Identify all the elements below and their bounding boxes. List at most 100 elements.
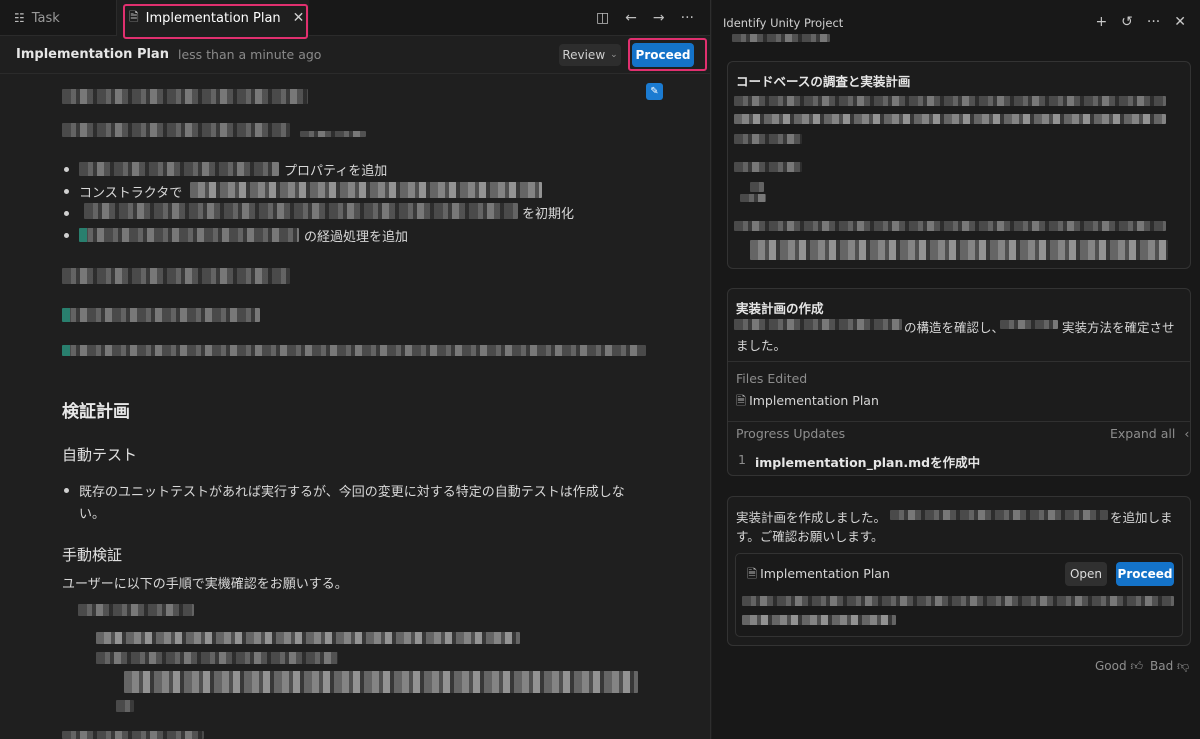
open-button[interactable]: Open	[1065, 562, 1107, 586]
proceed-label: Proceed	[635, 48, 691, 62]
progress-number: 1	[738, 452, 746, 467]
good-label: Good	[1095, 659, 1127, 673]
good-feedback-button[interactable]: Good 👍︎	[1095, 659, 1143, 674]
card3-line2: す。ご確認お願いします。	[736, 529, 884, 544]
redacted-text	[62, 345, 646, 356]
arrow-right-icon[interactable]: →	[653, 10, 665, 26]
plus-icon[interactable]: +	[1095, 14, 1107, 30]
redacted-text	[734, 96, 1166, 106]
manual-heading: 手動検証	[62, 546, 123, 564]
tab-task[interactable]: ☷ Task	[0, 0, 117, 36]
divider	[728, 421, 1190, 422]
tab-implementation-plan[interactable]: 🗎 Implementation Plan ✕	[117, 0, 309, 36]
redacted-text	[62, 268, 290, 284]
thumbs-up-icon: 👍︎	[1130, 659, 1143, 673]
card2-title: 実装計画の作成	[736, 301, 824, 316]
redacted-text	[62, 123, 290, 137]
artifact-name: Implementation Plan	[760, 566, 890, 581]
redacted-text	[740, 194, 766, 202]
redacted-text	[734, 114, 1166, 124]
tab-bar: ☷ Task 🗎 Implementation Plan ✕ ◫ ← → ···	[0, 0, 710, 36]
arrow-left-icon[interactable]: ←	[625, 10, 637, 26]
panel-actions: + ↺ ··· ✕	[1095, 14, 1186, 30]
auto-test-line-2: い。	[79, 507, 106, 522]
redacted-text	[62, 308, 260, 322]
document-icon: 🗎	[129, 9, 139, 24]
bullet	[64, 233, 69, 238]
bullet-2-text: コンストラクタで	[79, 186, 183, 201]
document-icon: 🗎	[747, 566, 758, 581]
bad-feedback-button[interactable]: Bad 👎︎	[1150, 659, 1189, 674]
file-link[interactable]: 🗎 Implementation Plan	[736, 392, 879, 413]
more-icon[interactable]: ···	[1147, 14, 1160, 30]
redacted-text	[734, 134, 802, 144]
redacted-text	[890, 510, 1108, 520]
auto-test-heading: 自動テスト	[62, 446, 138, 464]
editor-pane: ☷ Task 🗎 Implementation Plan ✕ ◫ ← → ···…	[0, 0, 711, 739]
more-icon[interactable]: ···	[681, 10, 694, 26]
tab-plan-label: Implementation Plan	[145, 10, 281, 26]
panel-title: Identify Unity Project	[723, 16, 844, 30]
redacted-text	[750, 240, 1168, 260]
close-icon[interactable]: ✕	[293, 10, 305, 26]
redacted-text	[734, 319, 902, 330]
expand-all-button[interactable]: Expand all ‹	[1110, 426, 1189, 441]
review-label: Review	[562, 48, 606, 62]
card-investigation: コードベースの調査と実装計画	[727, 61, 1191, 269]
redacted-text	[190, 182, 542, 198]
artifact-title[interactable]: 🗎 Implementation Plan	[747, 565, 890, 586]
proceed-button[interactable]: Proceed	[632, 43, 694, 67]
card3-line1-a: 実装計画を作成しました。	[736, 510, 887, 525]
document-timestamp: less than a minute ago	[177, 47, 322, 62]
review-button[interactable]: Review ⌄	[559, 44, 621, 66]
bullet-3-text: を初期化	[522, 207, 575, 222]
redacted-text	[96, 632, 520, 644]
redacted-text	[96, 652, 338, 664]
redacted-text	[62, 89, 308, 104]
redacted-text	[742, 615, 896, 625]
bullet	[64, 167, 69, 172]
redacted-text	[734, 221, 1166, 231]
comment-icon[interactable]: ✎	[646, 83, 663, 100]
close-icon[interactable]: ✕	[1174, 14, 1186, 30]
divider	[728, 361, 1190, 362]
bullet-1-text: プロパティを追加	[284, 164, 388, 179]
redacted-text	[78, 604, 194, 616]
card2-line2: ました。	[736, 338, 787, 353]
progress-item: implementation_plan.mdを作成中	[755, 455, 981, 470]
redacted-text	[734, 162, 802, 172]
verify-heading: 検証計画	[62, 402, 130, 422]
bullet	[64, 189, 69, 194]
bullet-4-text: の経過処理を追加	[304, 230, 409, 245]
checklist-icon: ☷	[14, 11, 25, 25]
redacted-text	[300, 131, 366, 137]
bullet	[64, 211, 69, 216]
proceed-button-small[interactable]: Proceed	[1116, 562, 1174, 586]
progress-updates-label: Progress Updates	[736, 426, 846, 441]
bad-label: Bad	[1150, 659, 1174, 673]
redacted-text	[750, 182, 764, 192]
file-name: Implementation Plan	[749, 393, 879, 408]
redacted-text	[79, 162, 279, 176]
manual-intro: ユーザーに以下の手順で実機確認をお願いする。	[62, 577, 348, 592]
redacted-text	[116, 700, 134, 712]
redacted-text	[742, 596, 1174, 606]
open-label: Open	[1069, 567, 1103, 581]
history-icon[interactable]: ↺	[1121, 14, 1133, 30]
expand-all-label: Expand all	[1110, 426, 1176, 441]
card2-line1-a: の構造を確認し、	[904, 320, 1005, 335]
card3-line1-b: を追加しま	[1110, 510, 1173, 525]
redacted-text	[84, 203, 518, 219]
card1-title: コードベースの調査と実装計画	[736, 74, 911, 89]
document-icon: 🗎	[736, 393, 747, 408]
auto-test-line-1: 既存のユニットテストがあれば実行するが、今回の変更に対する特定の自動テストは作成…	[79, 485, 625, 500]
files-edited-label: Files Edited	[736, 371, 808, 386]
bullet	[64, 488, 69, 493]
redacted-text	[124, 671, 638, 693]
tab-actions: ◫ ← → ···	[596, 0, 694, 36]
chevron-left-icon: ‹	[1184, 426, 1190, 441]
split-editor-icon[interactable]: ◫	[596, 10, 609, 26]
proceed-small-label: Proceed	[1117, 567, 1173, 581]
tab-task-label: Task	[31, 10, 60, 26]
chevron-down-icon: ⌄	[610, 50, 618, 60]
